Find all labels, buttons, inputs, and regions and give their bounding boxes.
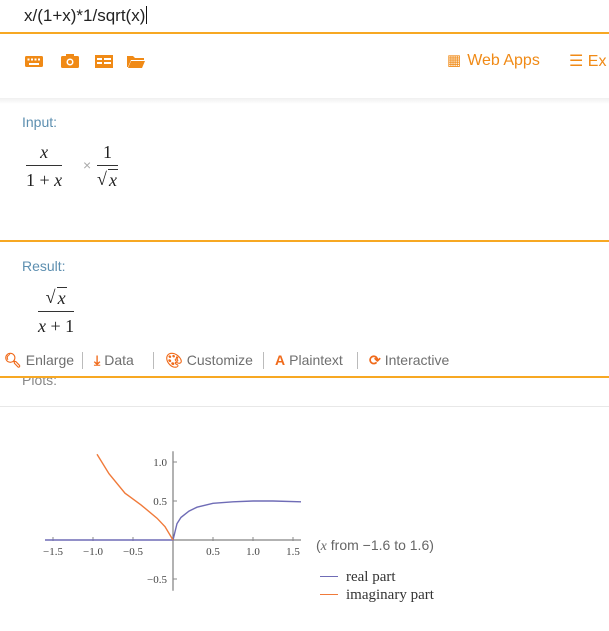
camera-icon[interactable] (60, 52, 80, 70)
query-input[interactable]: x/(1+x)*1/sqrt(x) (24, 6, 148, 26)
divider (153, 352, 154, 369)
divider (357, 352, 358, 369)
result-denominator-b: + 1 (46, 316, 75, 336)
y-tick-label: −0.5 (147, 574, 167, 586)
x-tick-label: −1.0 (83, 546, 103, 558)
result-fraction: √ x x + 1 (38, 287, 75, 336)
toolbar-shadow (0, 98, 609, 104)
fraction-bar (97, 165, 118, 166)
customize-button[interactable]: 🎨︎ Customize (165, 352, 253, 369)
plots-divider (0, 406, 609, 407)
text-caret (146, 6, 148, 24)
frac2-numerator: 1 (103, 142, 112, 162)
divider (263, 352, 264, 369)
folder-open-icon[interactable] (126, 52, 146, 70)
result-pod-label: Result: (22, 258, 66, 274)
result-denominator-a: x (38, 316, 46, 336)
input-pod-label: Input: (22, 114, 58, 130)
times-sign: × (83, 157, 92, 173)
web-apps-link[interactable]: ▦ Web Apps (447, 51, 540, 70)
divider (82, 352, 83, 369)
input-fraction-2: 1 √ x (97, 142, 118, 190)
pod-tools-bar: 🔍︎ Enlarge ⤓ Data 🎨︎ Customize A Plaintext ⟳… (0, 342, 609, 378)
download-icon: ⤓ (94, 352, 101, 368)
spiral-icon: ⟳ (369, 352, 381, 368)
plaintext-button[interactable]: A Plaintext (275, 352, 343, 368)
enlarge-button[interactable]: 🔍︎ Enlarge (4, 352, 74, 369)
grid-icon: ▦ (447, 52, 462, 69)
x-tick-label: −1.5 (43, 546, 63, 558)
fraction-bar (38, 311, 75, 312)
x-tick-label: −0.5 (123, 546, 143, 558)
frac1-denominator-b: x (54, 170, 63, 190)
data-button[interactable]: ⤓ Data (94, 352, 134, 369)
text-a-icon: A (275, 352, 286, 368)
table-icon[interactable] (94, 52, 114, 70)
toolbar: ▦ Web Apps ☰ Ex (0, 36, 609, 99)
frac1-numerator: x (40, 142, 49, 162)
legend-imaginary-part: imaginary part (320, 587, 434, 604)
plot-range-note: (x from −1.6 to 1.6) (316, 537, 434, 554)
x-tick-label: 1.5 (286, 546, 300, 558)
legend-real-part: real part (320, 569, 396, 586)
real-part-swatch (320, 575, 338, 577)
sqrt-symbol: √ x (45, 287, 67, 308)
frac1-denominator-a: 1 + (26, 170, 55, 190)
magnify-icon: 🔍︎ (4, 352, 22, 368)
x-tick-label: 1.0 (246, 546, 260, 558)
imaginary-part-swatch (320, 593, 338, 595)
fraction-bar (26, 165, 63, 166)
plot-chart: −1.5 −1.0 −0.5 0.5 1.0 1.5 1.0 0.5 −0.5 (43, 451, 302, 591)
sqrt-symbol: √ x (97, 169, 118, 190)
extras-menu-link[interactable]: ☰ Ex (569, 51, 606, 71)
menu-icon: ☰ (569, 53, 588, 70)
query-input-bar[interactable]: x/(1+x)*1/sqrt(x) (0, 0, 609, 34)
interactive-button[interactable]: ⟳ Interactive (369, 352, 449, 369)
keyboard-icon[interactable] (24, 52, 44, 70)
y-tick-label: 1.0 (153, 457, 167, 469)
y-tick-label: 0.5 (153, 496, 167, 508)
palette-icon: 🎨︎ (165, 352, 183, 368)
input-fraction-1: x 1 + x (26, 142, 63, 190)
x-tick-label: 0.5 (206, 546, 220, 558)
pod-separator (0, 240, 609, 242)
